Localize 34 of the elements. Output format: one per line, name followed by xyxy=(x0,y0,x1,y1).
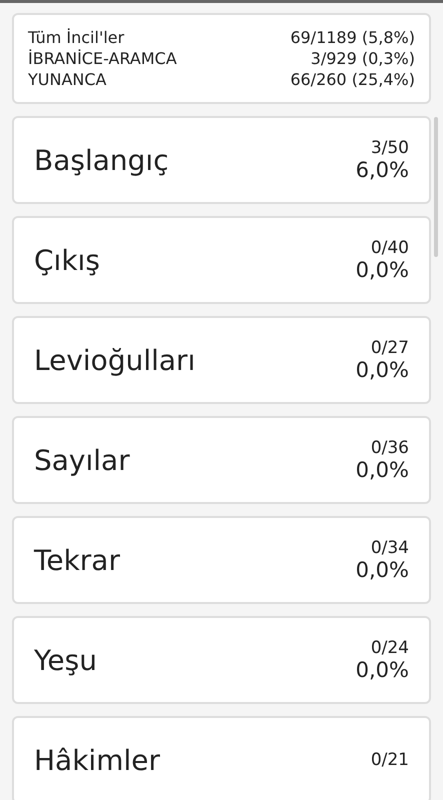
summary-label: İBRANİCE-ARAMCA xyxy=(28,48,178,69)
chapter-count: 0/36 xyxy=(370,438,409,458)
progress-percent: 0,0% xyxy=(356,358,409,382)
book-card[interactable]: Tekrar 0/34 0,0% xyxy=(12,516,431,604)
book-title: Hâkimler xyxy=(34,744,160,776)
book-title: Başlangıç xyxy=(34,144,169,176)
chapter-count: 0/24 xyxy=(370,638,409,658)
chapter-count: 0/40 xyxy=(370,238,409,258)
book-title: Çıkış xyxy=(34,244,100,276)
book-card[interactable]: Sayılar 0/36 0,0% xyxy=(12,416,431,504)
book-card[interactable]: Yeşu 0/24 0,0% xyxy=(12,616,431,704)
chapter-count: 0/21 xyxy=(370,750,409,770)
progress-percent: 0,0% xyxy=(356,558,409,582)
summary-label: Tüm İncil'ler xyxy=(28,27,126,48)
summary-label: YUNANCA xyxy=(28,69,108,90)
scrollbar[interactable] xyxy=(434,117,438,257)
progress-percent: 0,0% xyxy=(356,258,409,282)
book-card[interactable]: Hâkimler 0/21 xyxy=(12,716,431,800)
chapter-count: 3/50 xyxy=(370,138,409,158)
book-card[interactable]: Başlangıç 3/50 6,0% xyxy=(12,116,431,204)
book-title: Levioğulları xyxy=(34,344,196,376)
book-title: Sayılar xyxy=(34,444,130,476)
summary-value: 66/260 (25,4%) xyxy=(290,69,415,90)
progress-percent: 0,0% xyxy=(356,458,409,482)
book-title: Tekrar xyxy=(34,544,120,576)
book-card[interactable]: Çıkış 0/40 0,0% xyxy=(12,216,431,304)
book-card[interactable]: Levioğulları 0/27 0,0% xyxy=(12,316,431,404)
chapter-count: 0/27 xyxy=(370,338,409,358)
progress-percent: 6,0% xyxy=(356,158,409,182)
book-title: Yeşu xyxy=(34,644,97,676)
summary-value: 69/1189 (5,8%) xyxy=(290,27,415,48)
chapter-count: 0/34 xyxy=(370,538,409,558)
progress-percent: 0,0% xyxy=(356,658,409,682)
summary-value: 3/929 (0,3%) xyxy=(310,48,415,69)
